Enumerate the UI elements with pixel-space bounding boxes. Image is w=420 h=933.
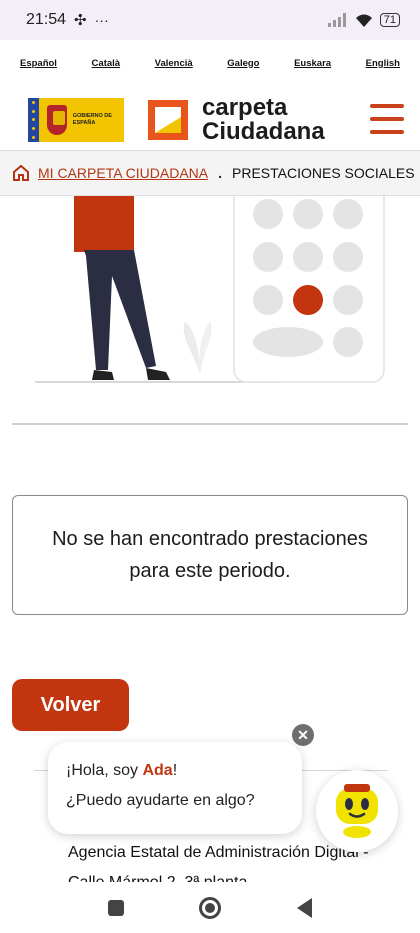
coat-of-arms-icon	[47, 105, 67, 135]
breadcrumb: MI CARPETA CIUDADANA . PRESTACIONES SOCI…	[0, 150, 420, 196]
chat-greeting-prefix: ¡Hola, soy	[66, 762, 143, 779]
battery-icon: 71	[379, 13, 400, 27]
lang-gl[interactable]: Galego	[227, 58, 259, 69]
chat-bot-name: Ada	[142, 762, 173, 779]
clock: 21:54	[26, 11, 67, 28]
brand-line-2: Ciudadana	[202, 118, 325, 145]
hamburger-menu-icon[interactable]	[370, 104, 404, 134]
chat-greeting: ¡Hola, soy Ada!	[66, 756, 284, 786]
back-button[interactable]: Volver	[12, 679, 129, 731]
section-divider	[12, 423, 408, 425]
site-header: GOBIERNO DE ESPAÑA carpeta Ciudadana	[0, 86, 420, 150]
empty-state-illustration	[35, 196, 385, 383]
lang-ca[interactable]: Català	[92, 58, 121, 69]
ada-chatbot-avatar[interactable]	[316, 770, 398, 852]
breadcrumb-current: PRESTACIONES SOCIALES	[232, 165, 415, 181]
chat-greeting-suffix: !	[172, 762, 178, 779]
recents-icon[interactable]	[107, 899, 124, 916]
carpeta-brand[interactable]: carpeta Ciudadana	[202, 96, 325, 144]
more-icon: ···	[94, 12, 109, 28]
signal-icon	[327, 13, 346, 27]
wifi-icon	[355, 14, 372, 27]
eu-flag-icon	[28, 98, 40, 142]
chat-close-icon[interactable]: ✕	[292, 724, 314, 746]
status-bar: 21:54 ✣ ··· 71	[0, 0, 420, 40]
chat-question: ¿Puedo ayudarte en algo?	[66, 792, 255, 809]
carpeta-logo-icon[interactable]	[148, 100, 188, 140]
breadcrumb-separator: .	[218, 165, 222, 181]
lang-eu[interactable]: Euskara	[294, 58, 331, 69]
empty-results-message: No se han encontrado prestaciones para e…	[12, 495, 408, 615]
breadcrumb-home-link[interactable]: MI CARPETA CIUDADANA	[38, 165, 208, 181]
android-nav-bar	[0, 882, 420, 933]
lang-en[interactable]: English	[366, 58, 400, 69]
gobierno-logo[interactable]: GOBIERNO DE ESPAÑA	[28, 98, 124, 142]
ada-robot-icon	[336, 784, 378, 838]
lang-va[interactable]: Valencià	[155, 58, 193, 69]
fan-icon: ✣	[74, 12, 87, 29]
brand-line-1: carpeta	[202, 94, 288, 121]
back-nav-icon[interactable]	[297, 897, 313, 918]
home-icon[interactable]	[12, 164, 30, 182]
language-bar: Español Català Valencià Galego Euskara E…	[0, 40, 420, 86]
home-nav-icon[interactable]	[199, 896, 222, 919]
chat-bubble[interactable]: ¡Hola, soy Ada! ¿Puedo ayudarte en algo?	[48, 742, 302, 834]
gobierno-text: GOBIERNO DE ESPAÑA	[72, 113, 112, 126]
lang-es[interactable]: Español	[20, 58, 57, 69]
